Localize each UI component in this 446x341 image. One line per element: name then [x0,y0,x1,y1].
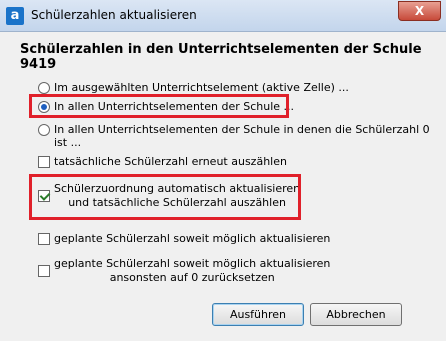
checkbox[interactable] [38,265,50,277]
close-button[interactable]: X [398,1,441,21]
title-bar: a Schülerzahlen aktualisieren X [0,0,446,32]
execute-button[interactable]: Ausführen [212,303,304,326]
highlight-box-checkbox [29,174,301,220]
radio-button[interactable] [38,124,50,136]
radio-option-active-cell[interactable]: Im ausgewählten Unterrichtselement (akti… [38,81,349,94]
checkbox-label: tatsächliche Schülerzahl erneut auszähle… [54,155,287,168]
checkbox-planned-update-or-reset[interactable]: geplante Schülerzahl soweit möglich aktu… [38,257,330,285]
dialog-heading: Schülerzahlen in den Unterrichtselemente… [20,42,422,72]
checkbox-label-block: geplante Schülerzahl soweit möglich aktu… [54,257,330,285]
checkbox[interactable] [38,156,50,168]
checkbox-label-line1: geplante Schülerzahl soweit möglich aktu… [54,257,331,270]
window-title: Schülerzahlen aktualisieren [31,8,197,22]
cancel-button[interactable]: Abbrechen [310,303,402,326]
app-icon: a [6,7,24,25]
checkbox[interactable] [38,233,50,245]
checkbox-label-line2: ansonsten auf 0 zurücksetzen [109,271,275,284]
checkbox-label: geplante Schülerzahl soweit möglich aktu… [54,232,331,245]
radio-option-zero-count[interactable]: In allen Unterrichtselementen der Schule… [38,123,446,149]
radio-label: Im ausgewählten Unterrichtselement (akti… [54,81,349,94]
dialog-body: Schülerzahlen in den Unterrichtselemente… [0,32,446,341]
radio-label: In allen Unterrichtselementen der Schule… [54,123,430,149]
radio-button[interactable] [38,82,50,94]
highlight-box-option [29,94,289,118]
checkbox-planned-update[interactable]: geplante Schülerzahl soweit möglich aktu… [38,232,330,245]
checkbox-recount[interactable]: tatsächliche Schülerzahl erneut auszähle… [38,155,287,168]
